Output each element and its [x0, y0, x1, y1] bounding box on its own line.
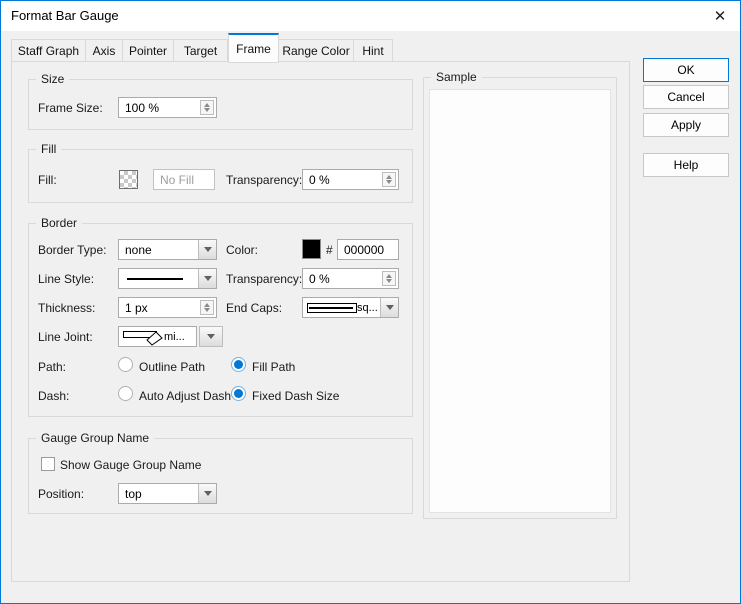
apply-button[interactable]: Apply [643, 113, 729, 137]
squared-cap-line-icon [307, 303, 357, 313]
size-group: Size Frame Size: 100 % [28, 79, 413, 130]
chevron-down-icon [198, 240, 216, 259]
line-style-dropdown[interactable] [118, 268, 217, 289]
size-group-title: Size [36, 72, 69, 86]
fixed-dash-size-label: Fixed Dash Size [252, 389, 339, 403]
chevron-down-icon [380, 298, 398, 317]
dash-label: Dash: [38, 389, 69, 403]
spinner-down-icon [386, 279, 392, 283]
hex-hash-label: # [326, 243, 333, 257]
spinner-up-icon [386, 274, 392, 278]
titlebar: Format Bar Gauge ✕ [1, 1, 740, 31]
sample-group: Sample [423, 77, 617, 519]
gauge-group-name-title: Gauge Group Name [36, 431, 154, 445]
tab-target[interactable]: Target [174, 39, 228, 62]
tab-staff-graph[interactable]: Staff Graph [11, 39, 86, 62]
path-label: Path: [38, 360, 66, 374]
border-type-label: Border Type: [38, 243, 106, 257]
border-color-label: Color: [226, 243, 258, 257]
fill-path-label: Fill Path [252, 360, 295, 374]
fill-label: Fill: [38, 173, 57, 187]
outline-path-radio[interactable] [118, 357, 133, 372]
border-group: Border Border Type: none Color: # 000000… [28, 223, 413, 417]
position-dropdown[interactable]: top [118, 483, 217, 504]
spinner-up-icon [204, 103, 210, 107]
close-icon[interactable]: ✕ [708, 5, 732, 27]
fill-value-text: No Fill [160, 173, 194, 187]
border-transparency-label: Transparency: [226, 272, 302, 286]
line-joint-value: mi... [164, 331, 185, 343]
format-bar-gauge-dialog: Format Bar Gauge ✕ Staff Graph Axis Poin… [0, 0, 741, 604]
thickness-input[interactable]: 1 px [118, 297, 217, 318]
fill-transparency-value: 0 % [309, 173, 330, 187]
show-gauge-group-name-checkbox[interactable] [41, 457, 55, 471]
tab-bar: Staff Graph Axis Pointer Target Frame Ra… [11, 32, 393, 62]
line-style-label: Line Style: [38, 272, 94, 286]
line-joint-dropdown[interactable]: mi... [118, 326, 197, 347]
spinner-down-icon [386, 180, 392, 184]
fill-transparency-spinner[interactable] [382, 172, 396, 187]
frame-size-spinner[interactable] [200, 100, 214, 115]
window-title: Format Bar Gauge [11, 8, 119, 23]
fill-group: Fill Fill: No Fill Transparency: 0 % [28, 149, 413, 203]
border-type-value: none [125, 243, 152, 257]
end-caps-value: sq... [357, 302, 378, 314]
position-label: Position: [38, 487, 84, 501]
chevron-down-icon [207, 334, 215, 339]
solid-line-icon [127, 278, 183, 280]
miter-joint-icon [122, 328, 164, 346]
border-transparency-value: 0 % [309, 272, 330, 286]
auto-adjust-dash-label: Auto Adjust Dash [139, 389, 231, 403]
thickness-label: Thickness: [38, 301, 95, 315]
end-caps-label: End Caps: [226, 301, 282, 315]
thickness-value: 1 px [125, 301, 148, 315]
chevron-down-icon [198, 484, 216, 503]
border-color-swatch[interactable] [302, 239, 321, 259]
tab-frame[interactable]: Frame [228, 33, 279, 63]
show-gauge-group-name-label: Show Gauge Group Name [60, 458, 201, 472]
no-fill-pattern-swatch[interactable] [119, 170, 138, 189]
outline-path-label: Outline Path [139, 360, 205, 374]
gauge-group-name-group: Gauge Group Name Show Gauge Group Name P… [28, 438, 413, 514]
border-type-dropdown[interactable]: none [118, 239, 217, 260]
border-group-title: Border [36, 216, 82, 230]
help-button[interactable]: Help [643, 153, 729, 177]
line-joint-label: Line Joint: [38, 330, 93, 344]
border-color-hex-value: 000000 [344, 243, 384, 257]
fill-transparency-label: Transparency: [226, 173, 302, 187]
auto-adjust-dash-radio[interactable] [118, 386, 133, 401]
fill-value-field[interactable]: No Fill [153, 169, 215, 190]
fill-group-title: Fill [36, 142, 61, 156]
frame-size-value: 100 % [125, 101, 159, 115]
position-value: top [125, 487, 142, 501]
line-joint-arrow-button[interactable] [199, 326, 223, 347]
border-color-hex-input[interactable]: 000000 [337, 239, 399, 260]
spinner-down-icon [204, 308, 210, 312]
cancel-button[interactable]: Cancel [643, 85, 729, 109]
fixed-dash-size-radio[interactable] [231, 386, 246, 401]
chevron-down-icon [198, 269, 216, 288]
tab-axis[interactable]: Axis [86, 39, 123, 62]
end-caps-dropdown[interactable]: sq... [302, 297, 399, 318]
tab-range-color[interactable]: Range Color [279, 39, 354, 62]
fill-transparency-input[interactable]: 0 % [302, 169, 399, 190]
border-transparency-spinner[interactable] [382, 271, 396, 286]
frame-size-label: Frame Size: [38, 101, 103, 115]
tab-pointer[interactable]: Pointer [123, 39, 174, 62]
border-transparency-input[interactable]: 0 % [302, 268, 399, 289]
ok-button[interactable]: OK [643, 58, 729, 82]
thickness-spinner[interactable] [200, 300, 214, 315]
spinner-down-icon [204, 108, 210, 112]
frame-size-input[interactable]: 100 % [118, 97, 217, 118]
spinner-up-icon [386, 175, 392, 179]
tab-hint[interactable]: Hint [354, 39, 393, 62]
fill-path-radio[interactable] [231, 357, 246, 372]
spinner-up-icon [204, 303, 210, 307]
sample-preview-area [429, 89, 611, 513]
sample-group-title: Sample [431, 70, 482, 84]
